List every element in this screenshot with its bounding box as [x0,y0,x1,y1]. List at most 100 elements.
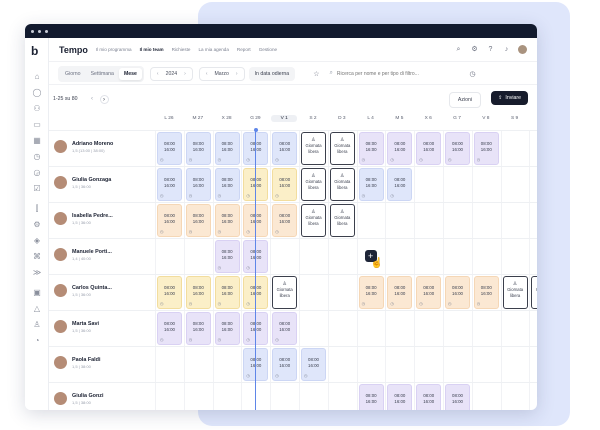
shift-card[interactable]: 08:0016:00◷ [387,276,413,309]
shift-card[interactable]: 08:0016:00◷ [272,168,298,201]
view-day[interactable]: Giorno [60,68,86,80]
view-week[interactable]: Settimana [86,68,119,80]
shift-card[interactable]: 08:0016:00◷ [214,276,240,309]
nav-my-schedule[interactable]: Il mio programma [96,47,132,52]
check-icon[interactable]: ☑ [32,184,42,194]
shift-card[interactable]: 08:0016:00◷ [185,132,211,165]
chevron-right-icon[interactable]: › [184,71,186,77]
employee-row[interactable]: Paola Faldi 1,5 | 38:00 [54,356,100,369]
shift-card[interactable]: 08:0016:00◷ [416,384,442,410]
user-avatar[interactable] [518,45,527,54]
day-header[interactable]: S 2 [300,116,326,121]
flow-icon[interactable]: ≫ [32,268,42,278]
tag-icon[interactable]: ⌘ [32,252,42,262]
employee-row[interactable]: Isabella Pedre... 1,5 | 36:00 [54,212,113,225]
employee-row[interactable]: Giulia Gonzaga 1,5 | 36:00 [54,176,111,189]
view-month[interactable]: Mese [118,67,142,80]
star-icon[interactable]: ☆ [313,70,319,78]
day-header[interactable]: V 8 [473,116,499,121]
chevron-right-icon[interactable]: › [236,71,238,77]
search-input[interactable] [336,70,457,77]
chevron-left-icon[interactable]: ‹ [157,71,159,77]
shift-card[interactable]: 08:0016:00◷ [185,204,211,237]
shift-card[interactable]: 08:0016:00◷ [157,204,182,237]
employee-row[interactable]: Giulia Gonzi 1,5 | 38:00 [54,392,103,405]
shift-card[interactable]: 08:0016:00◷ [185,276,211,309]
day-header[interactable]: X 28 [214,116,240,121]
free-day-card[interactable]: ♙Giornata libera [301,204,326,237]
shift-card[interactable]: 08:0016:00◷ [272,312,298,345]
shift-card[interactable]: 08:0016:00◷ [214,240,240,273]
day-header[interactable]: L 4 [358,116,384,121]
shift-card[interactable]: 08:0016:00◷ [416,276,442,309]
shift-card[interactable]: 08:0016:00◷ [358,168,384,201]
shift-card[interactable]: 08:0016:00◷ [445,132,470,165]
month-picker[interactable]: ‹ Marzo › [198,66,245,81]
home-icon[interactable]: ⌂ [32,72,42,82]
day-header[interactable]: X 6 [415,116,441,121]
day-header[interactable]: S 9 [502,116,528,121]
free-day-card[interactable]: ♙Giornata libera [531,276,537,309]
shift-card[interactable]: 08:0016:00◷ [185,168,211,201]
send-button[interactable]: ⇪ Inviare [491,91,528,105]
day-header[interactable]: G 7 [444,116,470,121]
day-header[interactable]: L 26 [156,116,182,121]
shift-card[interactable]: 08:0016:00◷ [214,312,240,345]
free-day-card[interactable]: ♙Giornata libera [329,204,355,237]
day-header[interactable]: V 1 [271,115,298,122]
bell-icon[interactable]: ♪ [502,45,511,54]
employee-row[interactable]: Marta Savi 1,5 | 36:00 [54,320,99,333]
shift-card[interactable]: 08:0016:00◷ [185,312,211,345]
nav-requests[interactable]: Richieste [172,47,191,52]
shift-card[interactable]: 08:0016:00◷ [445,276,470,309]
shift-card[interactable]: 08:0016:00◷ [387,132,413,165]
shift-card[interactable]: 08:0016:00◷ [358,384,384,410]
app-logo[interactable]: b [31,44,38,58]
person-icon[interactable]: ♙ [32,320,42,330]
free-day-card[interactable]: ♙Giornata libera [301,168,326,201]
shift-card[interactable]: 08:0016:00◷ [157,312,182,345]
day-header[interactable]: D 10 [530,116,537,121]
search-icon[interactable]: ⌕ [454,45,463,54]
help-icon[interactable]: ? [486,45,495,54]
employee-row[interactable]: Carlos Quinta... 1,5 | 36:00 [54,284,112,297]
day-header[interactable]: M 27 [185,116,211,121]
settings-icon[interactable]: ◈ [32,236,42,246]
gear-icon[interactable]: ⚙ [32,220,42,230]
nav-management[interactable]: Gestione [259,47,277,52]
shift-card[interactable]: 08:0016:00◷ [157,132,182,165]
day-header[interactable]: G 29 [242,116,268,121]
clock-icon[interactable]: ◷ [32,152,42,162]
shift-card[interactable]: 08:0016:00◷ [358,132,384,165]
user-icon[interactable]: ◯ [32,88,42,98]
shift-card[interactable]: 08:0016:00◷ [358,276,384,309]
gear-icon[interactable]: ⚙ [470,45,479,54]
folder-icon[interactable]: ▭ [32,120,42,130]
shift-card[interactable]: 08:0016:00◷ [473,132,499,165]
employee-row[interactable]: Adriano Moreno 1,5 (13:00 | 38:00) [54,140,113,153]
free-day-card[interactable]: ♙Giornata libera [502,276,528,309]
shift-card[interactable]: 08:0016:00◷ [214,204,240,237]
free-day-card[interactable]: ♙Giornata libera [272,276,298,309]
free-day-card[interactable]: ♙Giornata libera [301,132,326,165]
shift-card[interactable]: 08:0016:00◷ [387,168,413,201]
nav-my-team[interactable]: Il mio team [140,47,164,52]
shift-card[interactable]: 08:0016:00◷ [157,276,182,309]
shift-card[interactable]: 08:0016:00◷ [272,204,298,237]
alarm-icon[interactable]: ◶ [32,168,42,178]
cloud-icon[interactable]: △ [32,304,42,314]
free-day-card[interactable]: ♙Giornata libera [329,168,355,201]
actions-button[interactable]: Azioni [448,92,481,108]
shift-card[interactable]: 08:0016:00◷ [214,132,240,165]
calendar-icon[interactable]: ▦ [32,136,42,146]
shift-card[interactable]: 08:0016:00◷ [214,168,240,201]
prev-page-icon[interactable]: ‹ [88,95,97,104]
nav-agenda[interactable]: La mia agenda [199,47,229,52]
clock-icon[interactable]: ◷ [469,70,475,78]
nav-report[interactable]: Report [237,47,251,52]
day-header[interactable]: M 5 [386,116,412,121]
employee-row[interactable]: Manuele Porti... 1,4 | 40:00 [54,248,112,261]
shift-card[interactable]: 08:0016:00◷ [387,384,413,410]
free-day-card[interactable]: ♙Giornata libera [329,132,355,165]
chart-icon[interactable]: ⫿ [32,204,42,214]
